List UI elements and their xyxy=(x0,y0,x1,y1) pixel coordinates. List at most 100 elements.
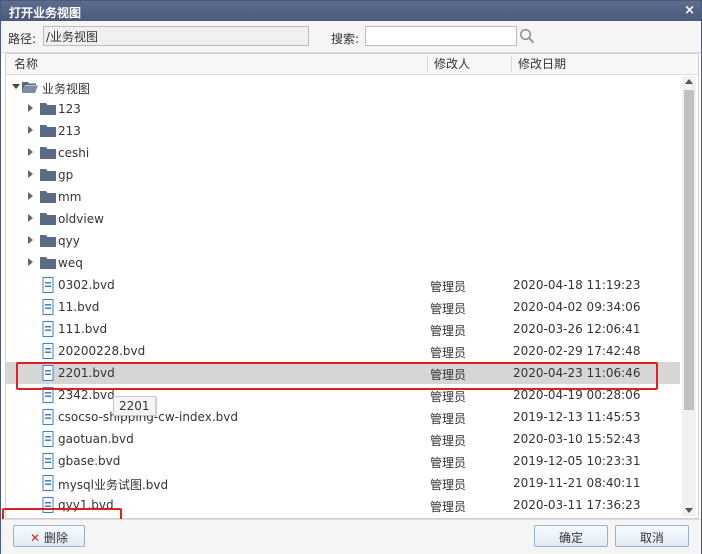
folder-icon xyxy=(40,257,56,269)
file-date: 2020-04-18 11:19:23 xyxy=(513,278,641,292)
folder-label: mm xyxy=(58,190,82,204)
file-icon xyxy=(42,321,54,337)
file-date: 2020-02-29 17:42:48 xyxy=(513,344,641,358)
expand-icon[interactable] xyxy=(28,236,33,244)
file-row[interactable]: 11.bvd 管理员 2020-04-02 09:34:06 xyxy=(6,296,680,318)
close-icon[interactable]: × xyxy=(684,3,695,18)
file-name: 11.bvd xyxy=(58,300,100,314)
folder-row[interactable]: mm xyxy=(6,186,680,208)
open-business-view-dialog: 打开业务视图 × 路径: 搜索: 名称 修改人 修改日期 xyxy=(0,0,702,554)
file-modifier: 管理员 xyxy=(430,390,467,404)
file-date: 2020-03-26 12:06:41 xyxy=(513,322,641,336)
search-icon[interactable] xyxy=(519,28,535,44)
file-grid: 名称 修改人 修改日期 业务视图 123 213 ceshi gp mm old… xyxy=(5,53,699,519)
scroll-down-icon[interactable] xyxy=(685,508,693,513)
search-input[interactable] xyxy=(365,26,517,46)
file-row[interactable]: gbase.bvd 管理员 2019-12-05 10:23:31 xyxy=(6,450,680,472)
file-modifier: 管理员 xyxy=(430,434,467,448)
folder-row[interactable]: qyy xyxy=(6,230,680,252)
folder-label: qyy xyxy=(58,234,80,248)
folder-label: weq xyxy=(58,256,83,270)
file-name: 111.bvd xyxy=(58,322,108,336)
file-row[interactable]: csocso-shipping-cw-index.bvd 管理员 2019-12… xyxy=(6,406,680,428)
file-modifier: 管理员 xyxy=(430,478,467,492)
file-modifier: 管理员 xyxy=(430,500,467,514)
tree-root-row[interactable]: 业务视图 xyxy=(6,76,680,98)
expand-icon[interactable] xyxy=(28,104,33,112)
file-date: 2019-12-05 10:23:31 xyxy=(513,454,641,468)
folder-row[interactable]: oldview xyxy=(6,208,680,230)
folder-row[interactable]: 213 xyxy=(6,120,680,142)
folder-icon xyxy=(40,169,56,181)
selected-row-highlight xyxy=(16,362,658,390)
path-field[interactable] xyxy=(43,26,309,46)
expand-icon[interactable] xyxy=(28,170,33,178)
column-header-name[interactable]: 名称 xyxy=(14,54,38,74)
folder-icon xyxy=(40,191,56,203)
file-icon xyxy=(42,343,54,359)
file-icon xyxy=(42,431,54,447)
file-row[interactable]: 111.bvd 管理员 2020-03-26 12:06:41 xyxy=(6,318,680,340)
file-row[interactable]: 0302.bvd 管理员 2020-04-18 11:19:23 xyxy=(6,274,680,296)
file-modifier: 管理员 xyxy=(430,456,467,470)
expand-icon[interactable] xyxy=(28,258,33,266)
folder-row[interactable]: gp xyxy=(6,164,680,186)
cancel-button[interactable]: 取消 xyxy=(615,525,689,547)
folder-label: 213 xyxy=(58,124,81,138)
expand-icon[interactable] xyxy=(28,126,33,134)
folder-label: oldview xyxy=(58,212,104,226)
expand-icon[interactable] xyxy=(28,214,33,222)
grid-header: 名称 修改人 修改日期 xyxy=(6,54,698,75)
folder-icon xyxy=(40,125,56,137)
file-name: gaotuan.bvd xyxy=(58,432,134,446)
file-row[interactable]: mysql业务试图.bvd 管理员 2019-11-21 08:40:11 xyxy=(6,472,680,494)
file-date: 2020-04-19 00:28:06 xyxy=(513,388,641,402)
scroll-up-icon[interactable] xyxy=(685,79,693,84)
tree-root-label: 业务视图 xyxy=(42,82,91,96)
file-modifier: 管理员 xyxy=(430,302,467,316)
file-modifier: 管理员 xyxy=(430,280,467,294)
folder-label: 123 xyxy=(58,102,81,116)
column-header-modified-date[interactable]: 修改日期 xyxy=(518,54,566,74)
folder-label: ceshi xyxy=(58,146,90,160)
title-bar: 打开业务视图 × xyxy=(1,1,701,21)
ok-button[interactable]: 确定 xyxy=(534,525,608,547)
file-name: 20200228.bvd xyxy=(58,344,146,358)
file-icon xyxy=(42,277,54,293)
file-icon xyxy=(42,409,54,425)
file-date: 2020-03-10 15:52:43 xyxy=(513,432,641,446)
scroll-thumb[interactable] xyxy=(684,90,694,410)
grid-rows: 业务视图 123 213 ceshi gp mm oldview qyy weq… xyxy=(6,76,680,516)
expand-icon[interactable] xyxy=(28,192,33,200)
folder-row[interactable]: 123 xyxy=(6,98,680,120)
delete-icon: ✕ xyxy=(29,531,41,545)
file-modifier: 管理员 xyxy=(430,324,467,338)
file-modifier: 管理员 xyxy=(430,346,467,360)
file-date: 2020-03-11 17:36:23 xyxy=(513,498,641,512)
filename-tooltip: 2201 xyxy=(113,396,156,416)
folder-open-icon xyxy=(22,82,38,93)
file-name: 0302.bvd xyxy=(58,278,115,292)
collapse-icon[interactable] xyxy=(12,84,20,89)
expand-icon[interactable] xyxy=(28,148,33,156)
search-label: 搜索: xyxy=(331,32,360,46)
folder-row[interactable]: weq xyxy=(6,252,680,274)
file-date: 2019-11-21 08:40:11 xyxy=(513,476,641,490)
delete-button[interactable]: ✕ 删除 xyxy=(13,525,85,547)
file-date: 2020-04-02 09:34:06 xyxy=(513,300,641,314)
delete-label: 删除 xyxy=(44,531,69,545)
folder-label: gp xyxy=(58,168,74,182)
toolbar: 路径: 搜索: xyxy=(1,21,701,53)
file-row[interactable]: gaotuan.bvd 管理员 2020-03-10 15:52:43 xyxy=(6,428,680,450)
file-name: 2342.bvd xyxy=(58,388,115,402)
file-row[interactable]: 20200228.bvd 管理员 2020-02-29 17:42:48 xyxy=(6,340,680,362)
folder-icon xyxy=(40,103,56,115)
file-name: gbase.bvd xyxy=(58,454,121,468)
column-header-modifier[interactable]: 修改人 xyxy=(434,54,470,74)
file-date: 2019-12-13 11:45:53 xyxy=(513,410,641,424)
vertical-scrollbar[interactable] xyxy=(682,76,696,516)
file-icon xyxy=(42,299,54,315)
dialog-footer: ✕ 删除 确定 取消 xyxy=(1,519,701,554)
folder-row[interactable]: ceshi xyxy=(6,142,680,164)
column-divider xyxy=(511,56,512,72)
